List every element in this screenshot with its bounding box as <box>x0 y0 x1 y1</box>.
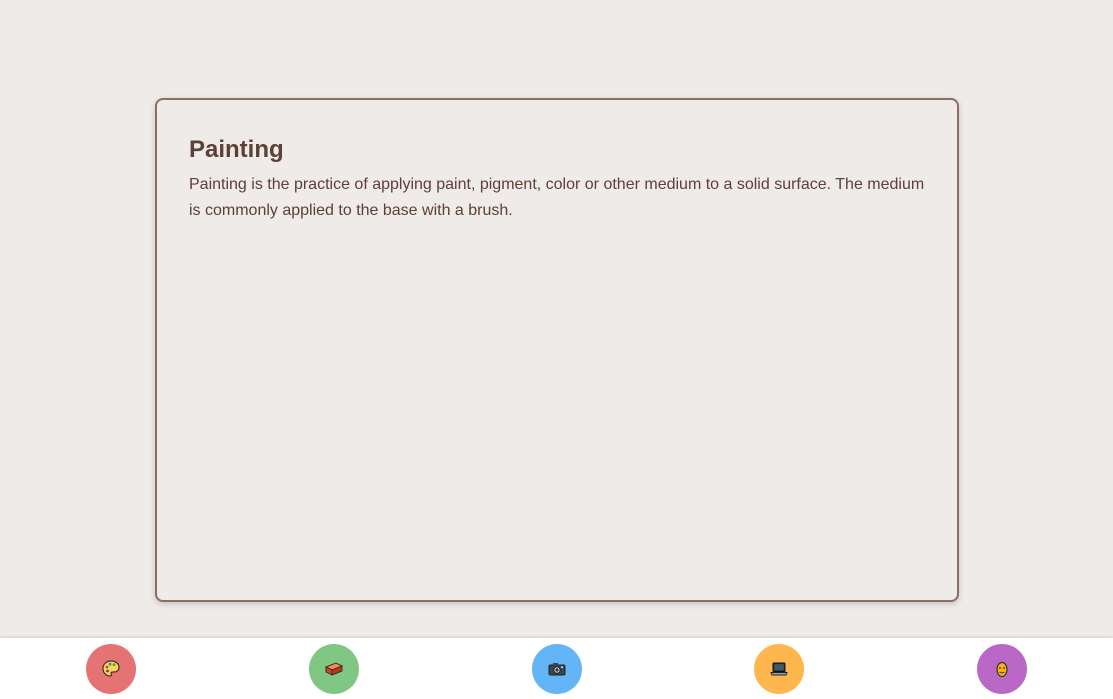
nav-button-painting[interactable] <box>86 644 136 694</box>
camera-icon <box>547 659 567 679</box>
nav-button-sculpture[interactable] <box>309 644 359 694</box>
palette-icon <box>101 659 121 679</box>
laptop-icon <box>769 659 789 679</box>
nav-button-photography[interactable] <box>532 644 582 694</box>
nav-button-theater[interactable] <box>977 644 1027 694</box>
card-title: Painting <box>189 136 284 163</box>
card-description: Painting is the practice of applying pai… <box>189 176 925 219</box>
bottom-nav <box>0 638 1113 699</box>
content-card: Painting Painting is the practice of app… <box>155 98 959 602</box>
brick-icon <box>324 659 344 679</box>
mask-icon <box>992 659 1012 679</box>
nav-button-digital[interactable] <box>754 644 804 694</box>
